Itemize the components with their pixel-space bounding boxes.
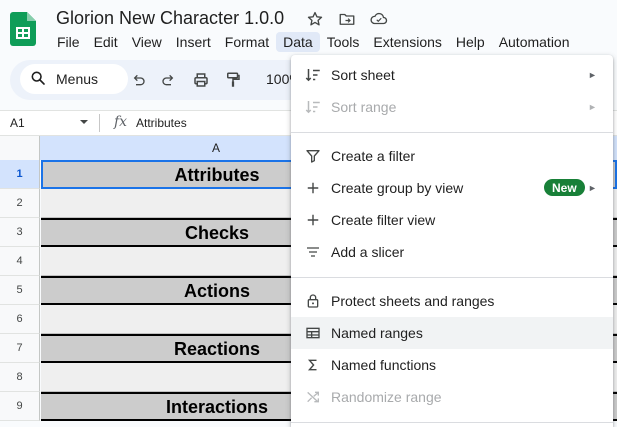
menu-item-protect-sheets[interactable]: Protect sheets and ranges	[291, 285, 613, 317]
row-number[interactable]: 2	[0, 189, 40, 218]
menu-item-sort-range[interactable]: Sort range ►	[291, 91, 613, 123]
filter-icon	[303, 146, 323, 166]
star-icon[interactable]	[304, 8, 326, 30]
menu-divider	[291, 132, 613, 133]
menu-item-add-slicer[interactable]: Add a slicer	[291, 236, 613, 268]
menu-item-named-ranges[interactable]: Named ranges	[291, 317, 613, 349]
redo-icon[interactable]	[159, 70, 179, 90]
menu-item-label: Create filter view	[331, 212, 436, 228]
menu-item-label: Named functions	[331, 357, 437, 373]
sort-icon	[303, 65, 323, 85]
row-number[interactable]: 3	[0, 218, 40, 247]
column-header-label: A	[212, 141, 221, 155]
sort-icon	[303, 97, 323, 117]
menu-item-label: Named ranges	[331, 325, 423, 341]
menu-item-label: Add a slicer	[331, 244, 405, 260]
menu-help[interactable]: Help	[449, 32, 492, 52]
lock-icon	[303, 291, 323, 311]
search-menus-button[interactable]: Menus	[20, 64, 128, 94]
menu-view[interactable]: View	[125, 32, 169, 52]
menu-divider	[291, 277, 613, 278]
formula-input[interactable]: Attributes	[136, 116, 187, 130]
submenu-arrow-icon: ►	[588, 102, 597, 112]
sigma-icon	[303, 355, 323, 375]
new-badge: New	[544, 179, 585, 196]
formula-bar-divider	[99, 114, 100, 132]
menu-file[interactable]: File	[50, 32, 87, 52]
menu-format[interactable]: Format	[218, 32, 276, 52]
menu-data[interactable]: Data	[276, 32, 320, 52]
sheets-logo-icon[interactable]	[10, 12, 36, 46]
menu-bar: File Edit View Insert Format Data Tools …	[50, 32, 577, 52]
row-number[interactable]: 1	[0, 160, 40, 189]
menu-item-label: Create a filter	[331, 148, 416, 164]
menu-item-label: Create group by view	[331, 180, 464, 196]
slicer-icon	[303, 242, 323, 262]
plus-icon	[303, 210, 323, 230]
print-icon[interactable]	[191, 70, 211, 90]
menu-item-create-filter-view[interactable]: Create filter view	[291, 204, 613, 236]
row-number[interactable]: 4	[0, 247, 40, 276]
search-icon	[30, 70, 46, 89]
plus-icon	[303, 178, 323, 198]
menu-divider	[291, 422, 613, 423]
menu-automation[interactable]: Automation	[492, 32, 577, 52]
fx-icon: fx	[114, 114, 128, 130]
menu-item-label: Sort sheet	[331, 67, 395, 83]
menu-item-create-group-by-view[interactable]: Create group by view New ►	[291, 172, 613, 204]
row-number[interactable]: 6	[0, 305, 40, 334]
named-ranges-icon	[303, 323, 323, 343]
menu-item-label: Protect sheets and ranges	[331, 293, 495, 309]
row-number[interactable]: 9	[0, 392, 40, 421]
cloud-status-icon[interactable]	[368, 8, 390, 30]
menu-item-label: Randomize range	[331, 389, 442, 405]
menu-item-named-functions[interactable]: Named functions	[291, 349, 613, 381]
menu-extensions[interactable]: Extensions	[366, 32, 448, 52]
submenu-arrow-icon: ►	[588, 183, 597, 193]
document-title[interactable]: Glorion New Character 1.0.0	[56, 8, 284, 29]
name-box[interactable]: A1	[10, 116, 25, 130]
row-number[interactable]: 7	[0, 334, 40, 363]
name-box-dropdown-icon[interactable]	[78, 115, 90, 132]
menu-item-create-filter[interactable]: Create a filter	[291, 140, 613, 172]
menu-edit[interactable]: Edit	[87, 32, 125, 52]
menu-item-sort-sheet[interactable]: Sort sheet ►	[291, 59, 613, 91]
menu-item-label: Sort range	[331, 99, 397, 115]
row-number[interactable]: 5	[0, 276, 40, 305]
submenu-arrow-icon: ►	[588, 70, 597, 80]
row-number[interactable]: 8	[0, 363, 40, 392]
shuffle-icon	[303, 387, 323, 407]
select-all-corner[interactable]	[0, 136, 40, 160]
undo-icon[interactable]	[128, 70, 148, 90]
menu-tools[interactable]: Tools	[320, 32, 367, 52]
search-menus-label: Menus	[56, 71, 99, 87]
menu-item-randomize-range[interactable]: Randomize range	[291, 381, 613, 413]
data-menu: Sort sheet ► Sort range ► Create a filte…	[291, 55, 613, 427]
menu-insert[interactable]: Insert	[169, 32, 218, 52]
paint-format-icon[interactable]	[223, 70, 243, 90]
move-folder-icon[interactable]	[336, 8, 358, 30]
toolbar: Menus 100%	[10, 60, 310, 100]
